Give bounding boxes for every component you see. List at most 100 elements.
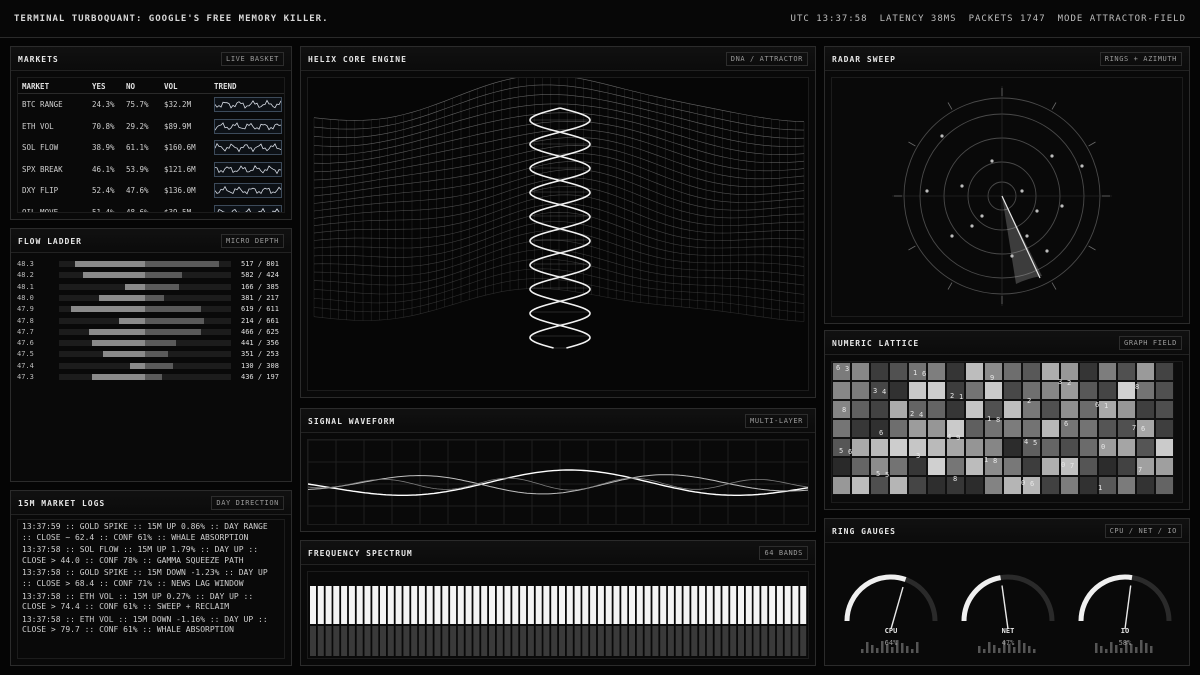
lattice-number: 6 (922, 370, 927, 378)
flow-ladder-panel: FLOW LADDER MICRO DEPTH 48.3 517 / 801 48.… (10, 228, 292, 482)
spectrum-reflection (310, 626, 316, 656)
lattice-cell (946, 457, 965, 476)
lattice-cell (965, 419, 984, 438)
lattice-cell (851, 419, 870, 438)
table-row[interactable]: BTC RANGE 24.3% 75.7% $32.2M (18, 94, 284, 116)
lattice-number: 2 (1027, 397, 1032, 405)
ladder-row[interactable]: 47.4 130 / 308 (15, 361, 287, 372)
gauge-track (844, 574, 938, 622)
spectrum-band (636, 586, 643, 624)
lattice-cell (927, 381, 946, 400)
lattice-number: 3 (873, 387, 878, 395)
ladder-row[interactable]: 48.1 166 / 385 (15, 282, 287, 293)
spectrum-band (457, 586, 464, 624)
log-entry: 13:37:58 :: ETH VOL :: 15M UP 0.27% :: D… (22, 591, 254, 612)
ladder-row[interactable]: 47.6 441 / 356 (15, 338, 287, 349)
ladder-row[interactable]: 47.7 466 / 625 (15, 327, 287, 338)
lattice-number: 6 (1064, 420, 1069, 428)
table-row[interactable]: ETH VOL 70.8% 29.2% $89.9M (18, 116, 284, 138)
lattice-cell (889, 476, 908, 495)
ladder-row[interactable]: 47.5 351 / 253 (15, 349, 287, 360)
radar-blip (925, 189, 929, 193)
sparkline-line (214, 121, 282, 130)
spectrum-reflection (527, 626, 534, 656)
column-header: TREND (214, 82, 237, 91)
ask-bar (145, 328, 201, 335)
markets-table: MARKET YES NO VOL TREND BTC RANGE 24.3% 75… (18, 78, 284, 213)
table-row[interactable]: SPX BREAK 46.1% 53.9% $121.6M (18, 159, 284, 181)
logs-body[interactable]: 13:37:59 :: GOLD SPIKE :: 15M UP 0.86% :… (17, 519, 285, 659)
lattice-cell (1022, 362, 1041, 381)
lattice-number: 5 (885, 471, 890, 479)
spectrum-reflection (434, 626, 441, 656)
ladder-row[interactable]: 47.8 214 / 661 (15, 316, 287, 327)
lattice-cell (1060, 419, 1079, 438)
gauge-activity-bar (916, 642, 919, 653)
bid-bar (83, 272, 145, 279)
spectrum-band (317, 586, 324, 624)
ladder-value: 619 / 611 (241, 305, 279, 314)
spectrum-reflection (621, 626, 628, 656)
gauge-fill-arc (1078, 574, 1133, 622)
ladder-row[interactable]: 48.2 582 / 424 (15, 270, 287, 281)
spectrum-reflection (792, 626, 799, 656)
ladder-price: 48.1 (17, 282, 34, 291)
waveform-header: SIGNAL WAVEFORM MULTI-LAYER (301, 409, 815, 433)
ask-bar (145, 294, 164, 301)
panel-subtitle: DAY DIRECTION (211, 496, 284, 510)
lattice-cell (984, 381, 1003, 400)
spectrum-reflection (722, 626, 729, 656)
lattice-cell (927, 419, 946, 438)
spectrum-reflection (364, 626, 371, 656)
logs-header: 15M MARKET LOGS DAY DIRECTION (11, 491, 291, 515)
table-row[interactable]: SOL FLOW 38.9% 61.1% $160.6M (18, 137, 284, 159)
radar-blip (980, 214, 984, 218)
spectrum-band (660, 586, 667, 624)
lattice-number: 1 (959, 393, 964, 401)
ladder-value: 582 / 424 (241, 271, 279, 280)
cell-no: 48.6% (126, 207, 149, 213)
ladder-row[interactable]: 48.0 381 / 217 (15, 293, 287, 304)
azimuth-tick (1088, 141, 1096, 147)
ladder-track (59, 306, 231, 313)
ladder-row[interactable]: 48.3 517 / 801 (15, 259, 287, 270)
spectrum-reflection (551, 626, 558, 656)
table-row[interactable]: DXY FLIP 52.4% 47.6% $136.0M (18, 180, 284, 202)
spectrum-band (644, 586, 651, 624)
lattice-number: 6 (879, 429, 884, 437)
radar-canvas (831, 77, 1183, 317)
spectrum-band (504, 586, 511, 624)
radar-header: RADAR SWEEP RINGS + AZIMUTH (825, 47, 1189, 71)
waveform-canvas (307, 439, 809, 525)
spectrum-band (341, 586, 348, 624)
spectrum-reflection (341, 626, 348, 656)
lattice-number: 1 (1104, 402, 1109, 410)
lattice-cell (1022, 381, 1041, 400)
gauge-activity-bar (1105, 649, 1108, 653)
lattice-cell (889, 362, 908, 381)
lattice-cell (851, 457, 870, 476)
spectrum-reflection (411, 626, 418, 656)
lattice-number: 6 (836, 364, 841, 372)
ladder-row[interactable]: 47.9 619 / 611 (15, 304, 287, 315)
spectrum-reflection (442, 626, 449, 656)
ladder-row[interactable]: 47.3 436 / 197 (15, 372, 287, 383)
spectrum-band (753, 586, 760, 624)
gauge-activity-bar (978, 646, 981, 653)
cell-market: BTC RANGE (22, 100, 63, 109)
cell-no: 47.6% (126, 186, 149, 195)
ladder-value: 441 / 356 (241, 339, 279, 348)
spectrum-reflection (636, 626, 643, 656)
table-row[interactable]: OIL MOVE 51.4% 48.6% $39.5M (18, 202, 284, 213)
ladder-value: 214 / 661 (241, 316, 279, 325)
spectrum-reflection (706, 626, 713, 656)
lattice-cell (1022, 400, 1041, 419)
lattice-number: 5 (839, 447, 844, 455)
lattice-cell (851, 438, 870, 457)
radar-blip (1080, 164, 1084, 168)
lattice-cell (965, 381, 984, 400)
lattice-cell (832, 457, 851, 476)
lattice-cell (1041, 400, 1060, 419)
gauge-activity-bar (866, 642, 869, 653)
status-bar: UTC 13:37:58 LATENCY 38MS PACKETS 1747 M… (791, 14, 1186, 24)
